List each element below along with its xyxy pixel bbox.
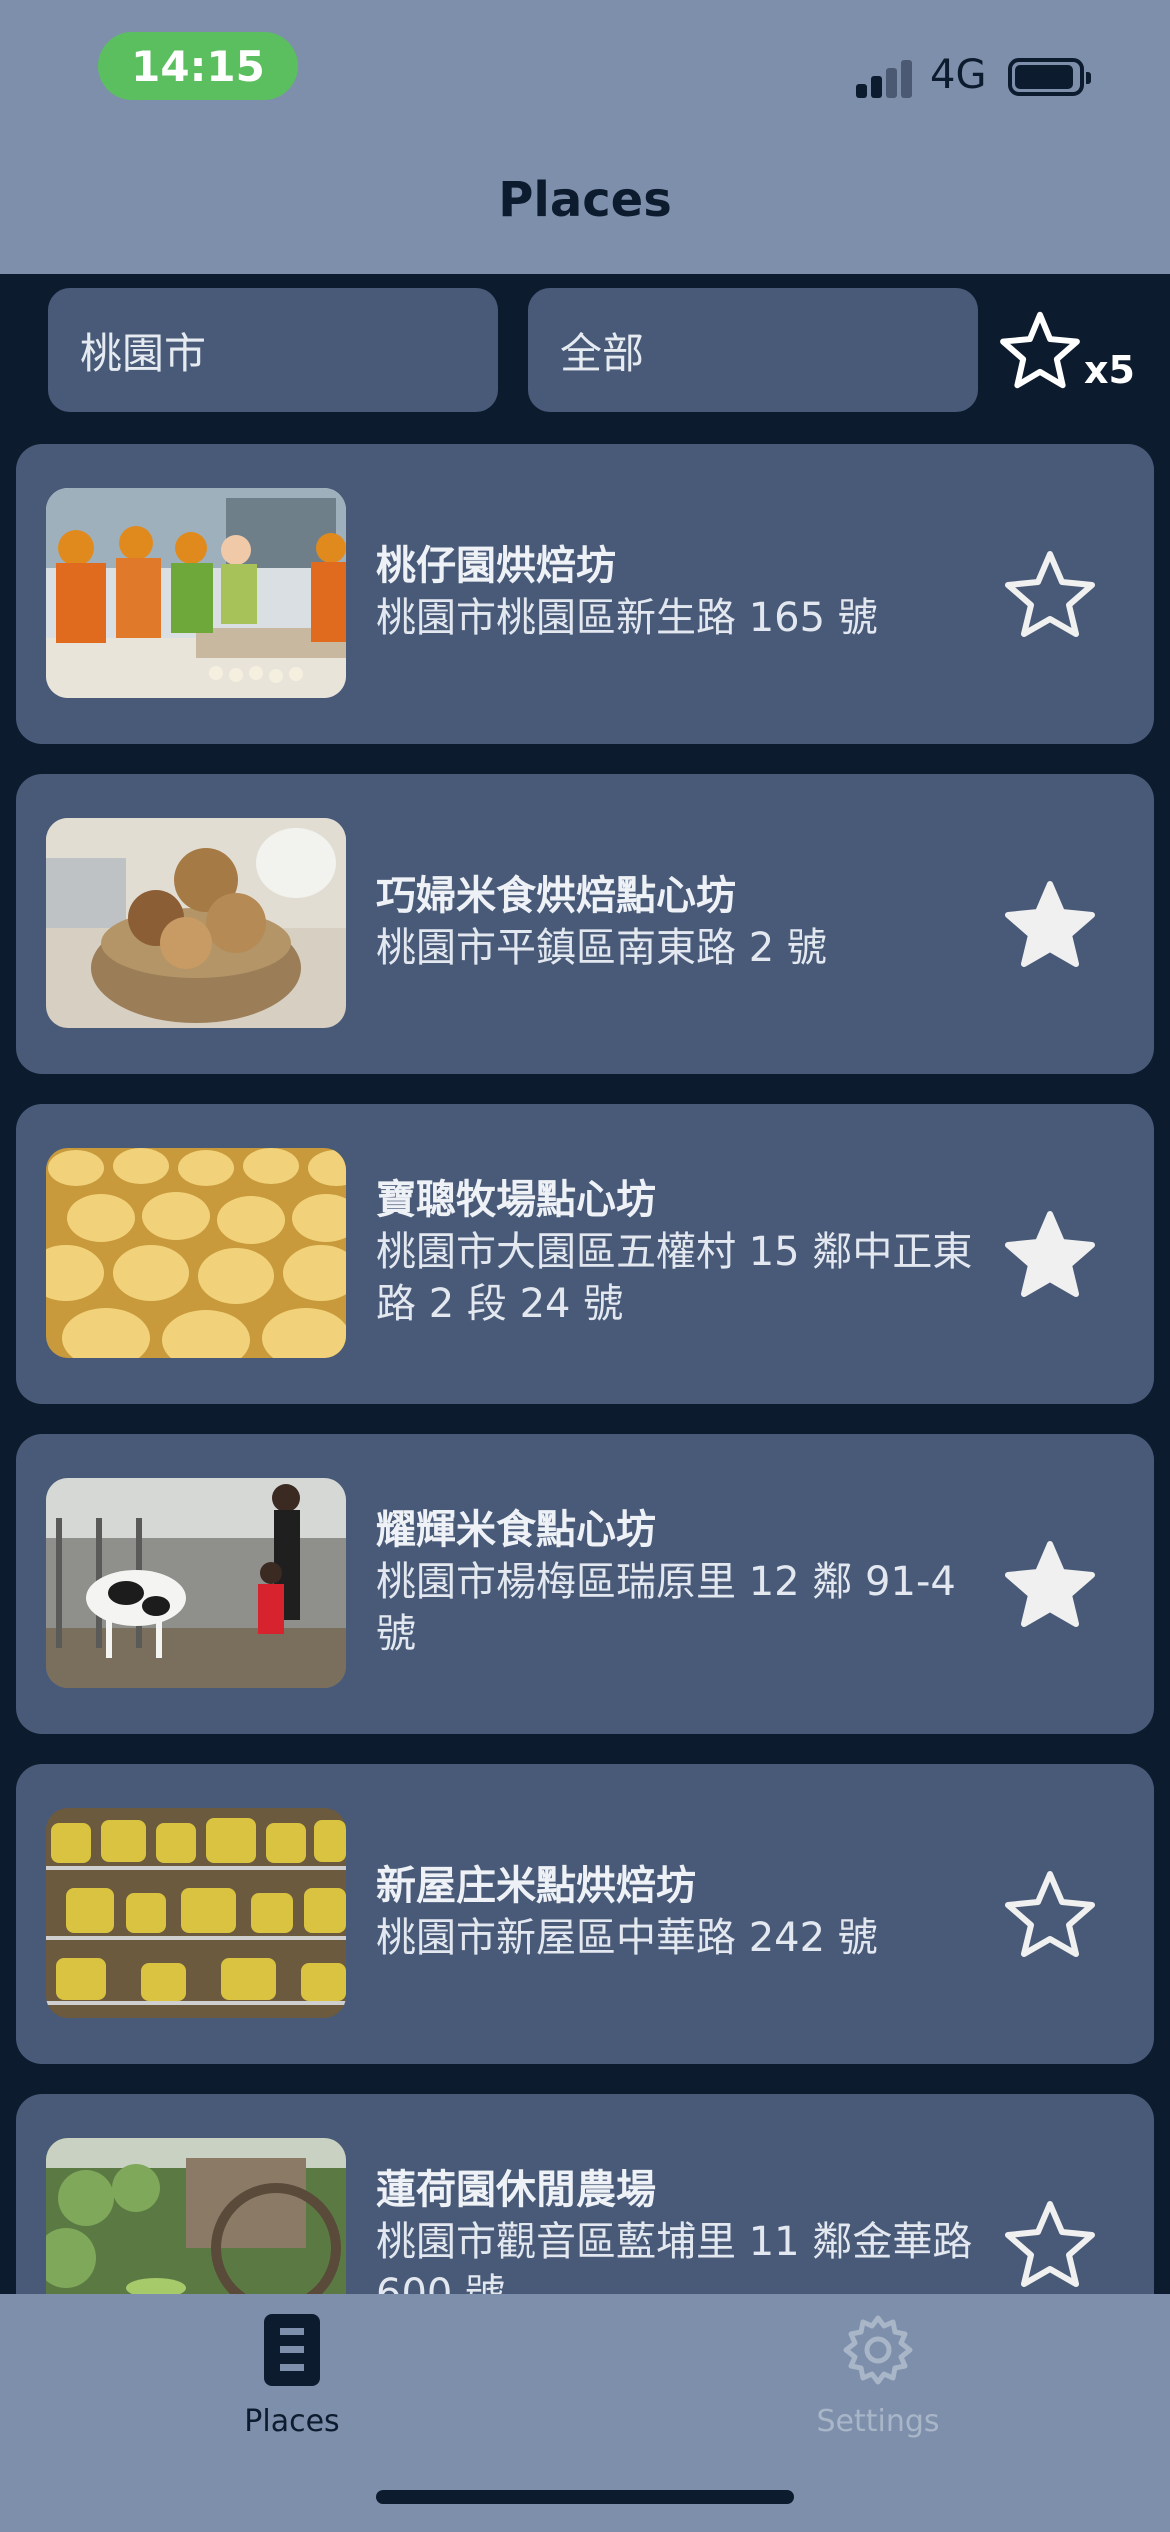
place-address: 桃園市楊梅區瑞原里 12 鄰 91-4 號 [376, 1559, 956, 1657]
place-card[interactable]: 桃仔園烘焙坊 桃園市桃園區新生路 165 號 [16, 444, 1154, 744]
place-thumbnail [46, 1808, 346, 2018]
favorites-count: x5 [1084, 348, 1135, 392]
place-name: 桃仔園烘焙坊 [376, 543, 616, 589]
category-filter[interactable]: 全部 [528, 288, 978, 412]
place-card[interactable]: 耀輝米食點心坊 桃園市楊梅區瑞原里 12 鄰 91-4 號 [16, 1434, 1154, 1734]
home-indicator [376, 2490, 794, 2504]
place-thumbnail [46, 818, 346, 1028]
favorites-filter-button[interactable] [998, 308, 1082, 392]
place-card[interactable]: 蓮荷園休閒農場 桃園市觀音區藍埔里 11 鄰金華路 600 號 [16, 2094, 1154, 2294]
star-outline-icon [1000, 311, 1080, 389]
place-address: 桃園市大園區五權村 15 鄰中正東路 2 段 24 號 [376, 1229, 973, 1327]
favorite-toggle[interactable] [1000, 544, 1100, 644]
place-card[interactable]: 新屋庄米點烘焙坊 桃園市新屋區中華路 242 號 [16, 1764, 1154, 2064]
star-filled-icon [1005, 1541, 1095, 1627]
place-card[interactable]: 巧婦米食烘焙點心坊 桃園市平鎮區南東路 2 號 [16, 774, 1154, 1074]
place-card[interactable]: 寶聰牧場點心坊 桃園市大園區五權村 15 鄰中正東路 2 段 24 號 [16, 1104, 1154, 1404]
category-filter-value: 全部 [560, 328, 645, 378]
place-address: 桃園市平鎮區南東路 2 號 [376, 925, 827, 971]
tab-settings-label: Settings [816, 2404, 940, 2439]
place-name: 新屋庄米點烘焙坊 [376, 1863, 696, 1909]
place-name: 蓮荷園休閒農場 [376, 2167, 656, 2213]
network-type: 4G [930, 52, 987, 98]
tab-places[interactable]: Places [142, 2312, 442, 2452]
places-list[interactable]: 桃仔園烘焙坊 桃園市桃園區新生路 165 號 巧婦米食烘焙點心坊 桃園市平鎮區南… [0, 444, 1170, 2294]
list-icon [264, 2314, 320, 2386]
star-outline-icon [1005, 2201, 1095, 2287]
favorite-toggle[interactable] [1000, 2194, 1100, 2294]
favorite-toggle[interactable] [1000, 1864, 1100, 1964]
cellular-signal-icon [856, 58, 916, 98]
favorite-toggle[interactable] [1000, 1204, 1100, 1304]
gear-icon [843, 2315, 913, 2385]
star-outline-icon [1005, 1871, 1095, 1957]
page-title: Places [498, 172, 672, 228]
place-thumbnail [46, 2138, 346, 2294]
app-screen: 14:15 4G Places 桃園市 全部 x5 桃仔園烘焙坊 桃園市桃園區新… [0, 0, 1170, 2532]
battery-icon [1008, 58, 1091, 96]
star-filled-icon [1005, 1211, 1095, 1297]
city-filter-value: 桃園市 [80, 328, 207, 378]
star-filled-icon [1005, 881, 1095, 967]
place-address: 桃園市觀音區藍埔里 11 鄰金華路 600 號 [376, 2219, 973, 2294]
star-outline-icon [1005, 551, 1095, 637]
status-time: 14:15 [98, 32, 298, 100]
tab-settings[interactable]: Settings [728, 2312, 1028, 2452]
place-address: 桃園市桃園區新生路 165 號 [376, 595, 878, 641]
place-name: 巧婦米食烘焙點心坊 [376, 873, 736, 919]
place-thumbnail [46, 488, 346, 698]
city-filter[interactable]: 桃園市 [48, 288, 498, 412]
favorite-toggle[interactable] [1000, 874, 1100, 974]
header: 14:15 4G Places [0, 0, 1170, 274]
favorite-toggle[interactable] [1000, 1534, 1100, 1634]
place-address: 桃園市新屋區中華路 242 號 [376, 1915, 878, 1961]
place-thumbnail [46, 1478, 346, 1688]
place-thumbnail [46, 1148, 346, 1358]
place-name: 耀輝米食點心坊 [376, 1507, 656, 1553]
place-name: 寶聰牧場點心坊 [376, 1177, 656, 1223]
tab-places-label: Places [244, 2404, 340, 2439]
